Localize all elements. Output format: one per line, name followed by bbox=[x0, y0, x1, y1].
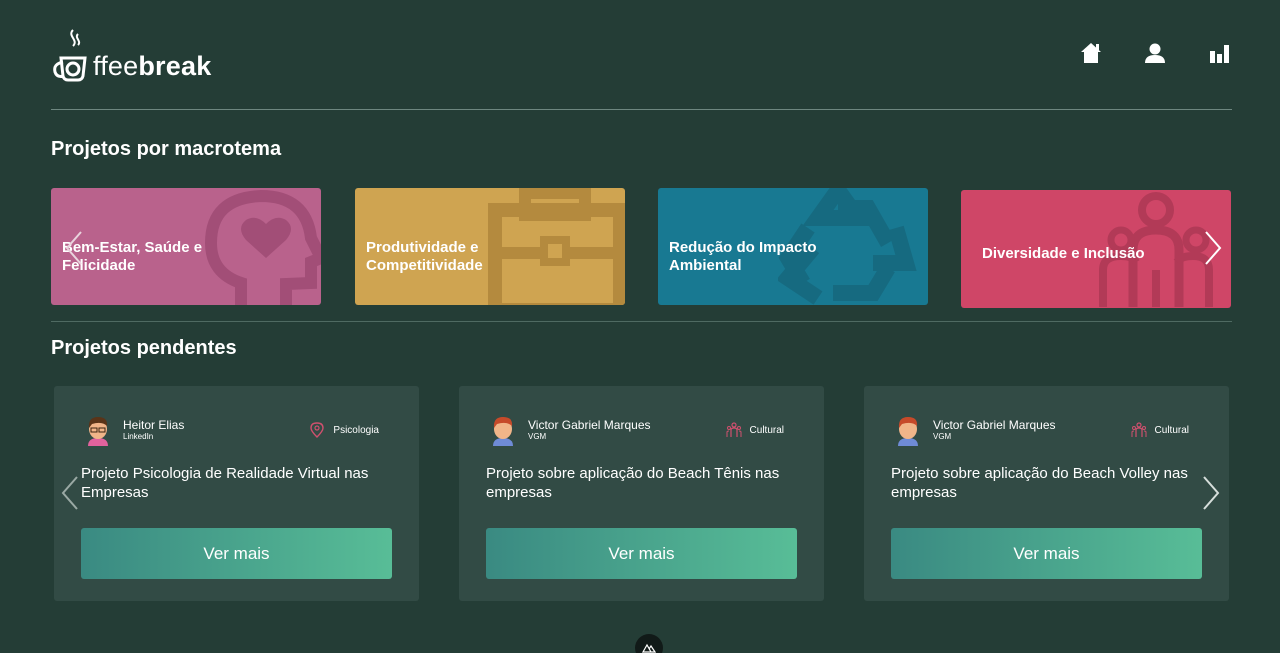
category-tag: Psicologia bbox=[309, 422, 379, 438]
people-icon bbox=[1131, 422, 1147, 437]
carousel-prev-arrow[interactable] bbox=[61, 228, 87, 268]
nuxt-icon bbox=[642, 643, 656, 653]
macrotema-label: Produtividade e Competitividade bbox=[366, 239, 483, 274]
project-card: Victor Gabriel Marques VGM Cultural Proj… bbox=[864, 386, 1229, 601]
macrotema-label: Diversidade e Inclusão bbox=[982, 245, 1145, 262]
carousel-prev-arrow[interactable] bbox=[57, 473, 83, 513]
people-icon bbox=[726, 422, 742, 437]
macrotema-card-bem-estar[interactable]: Bem-Estar, Saúde e Felicidade bbox=[51, 188, 321, 305]
ver-mais-button[interactable]: Ver mais bbox=[486, 528, 797, 579]
macrotema-card-diversidade[interactable]: Diversidade e Inclusão bbox=[961, 190, 1231, 308]
avatar bbox=[898, 417, 918, 446]
category-label: Cultural bbox=[749, 424, 784, 436]
user-icon[interactable] bbox=[1142, 40, 1168, 66]
avatar bbox=[493, 417, 513, 446]
carousel-next-arrow[interactable] bbox=[1198, 473, 1224, 513]
devtools-badge[interactable] bbox=[635, 634, 663, 653]
category-label: Cultural bbox=[1154, 424, 1189, 436]
section-title-macrotema: Projetos por macrotema bbox=[51, 138, 282, 160]
logo-text: ffeebreak bbox=[93, 51, 212, 81]
section-title-pendentes: Projetos pendentes bbox=[51, 337, 237, 359]
macrotema-card-produtividade[interactable]: Produtividade e Competitividade bbox=[355, 188, 625, 305]
section-divider bbox=[51, 321, 1232, 322]
nav-icons bbox=[1078, 40, 1232, 66]
author-subtitle: VGM bbox=[528, 432, 547, 441]
category-tag: Cultural bbox=[1131, 422, 1189, 438]
project-title: Projeto Psicologia de Realidade Virtual … bbox=[81, 465, 369, 501]
macrotema-label: Redução do Impacto Ambiental bbox=[669, 239, 817, 274]
bar-chart-icon[interactable] bbox=[1206, 40, 1232, 66]
author-subtitle: VGM bbox=[933, 432, 952, 441]
project-title: Projeto sobre aplicação do Beach Volley … bbox=[891, 465, 1188, 501]
author-subtitle: LinkedIn bbox=[123, 432, 154, 441]
header: ffeebreak bbox=[51, 0, 1232, 110]
avatar bbox=[88, 417, 108, 446]
category-label: Psicologia bbox=[333, 424, 379, 436]
logo[interactable]: ffeebreak bbox=[51, 28, 211, 84]
home-icon[interactable] bbox=[1078, 40, 1104, 66]
author-name: Victor Gabriel Marques bbox=[528, 418, 651, 432]
project-title: Projeto sobre aplicação do Beach Tênis n… bbox=[486, 465, 780, 501]
macrotema-card-impacto-ambiental[interactable]: Redução do Impacto Ambiental bbox=[658, 188, 928, 305]
author-name: Victor Gabriel Marques bbox=[933, 418, 1056, 432]
category-tag: Cultural bbox=[726, 422, 784, 438]
project-card: Heitor Elias LinkedIn Psicologia Projeto… bbox=[54, 386, 419, 601]
macrotema-carousel: Bem-Estar, Saúde e Felicidade Produtivid… bbox=[51, 188, 1232, 308]
ver-mais-button[interactable]: Ver mais bbox=[891, 528, 1202, 579]
carousel-next-arrow[interactable] bbox=[1200, 228, 1226, 268]
pending-projects-carousel: Heitor Elias LinkedIn Psicologia Projeto… bbox=[51, 386, 1232, 602]
macrotema-label: Bem-Estar, Saúde e Felicidade bbox=[62, 239, 203, 274]
location-pin-icon bbox=[310, 422, 325, 438]
project-card: Victor Gabriel Marques VGM Cultural Proj… bbox=[459, 386, 824, 601]
author-name: Heitor Elias bbox=[123, 418, 185, 432]
coffee-cup-icon bbox=[53, 29, 87, 82]
ver-mais-button[interactable]: Ver mais bbox=[81, 528, 392, 579]
